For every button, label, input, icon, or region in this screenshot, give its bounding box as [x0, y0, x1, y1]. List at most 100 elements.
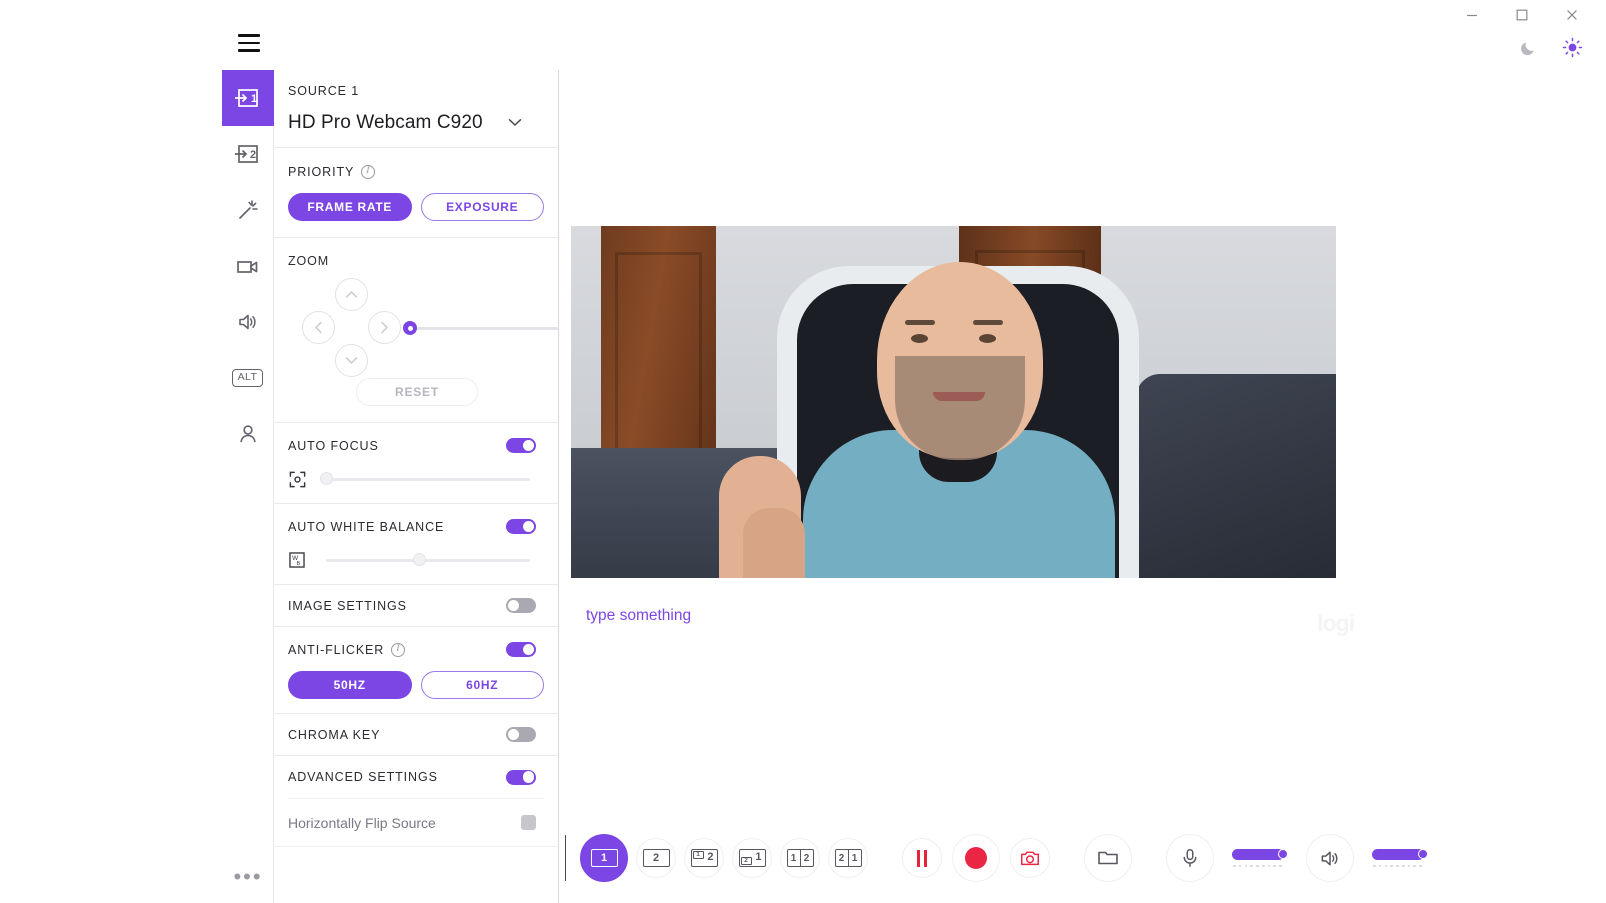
input-2-icon: 2 — [234, 145, 258, 163]
microphone-volume[interactable] — [1232, 848, 1288, 868]
auto-white-balance-slider-track — [326, 559, 530, 562]
snapshot-button[interactable] — [1010, 838, 1050, 878]
pan-right-button[interactable] — [368, 311, 401, 344]
speaker-volume[interactable] — [1372, 848, 1428, 868]
speaker-volume-fill — [1372, 848, 1424, 860]
app-window: 1 2 ALT ••• SOURCE 1 HD Pro Webcam C920 … — [0, 0, 1606, 903]
layout-left-label: 2 — [836, 850, 849, 866]
layout-second-button[interactable]: 2 — [636, 838, 676, 878]
sidebar-item-source-2[interactable]: 2 — [222, 126, 274, 182]
horizontal-flip-checkbox[interactable] — [521, 815, 536, 830]
svg-text:B: B — [296, 561, 300, 567]
auto-white-balance-toggle[interactable] — [506, 519, 536, 534]
anti-flicker-title-text: ANTI-FLICKER — [288, 642, 385, 657]
source-select[interactable]: HD Pro Webcam C920 — [288, 112, 544, 134]
layout-pip-2-in-1-icon: 2 1 — [738, 849, 766, 867]
pan-left-button[interactable] — [302, 311, 335, 344]
advanced-settings-toggle[interactable] — [506, 769, 536, 785]
layout-split-1-2-button[interactable]: 1 2 — [780, 838, 820, 878]
auto-white-balance-title: AUTO WHITE BALANCE — [288, 519, 445, 534]
sun-icon[interactable] — [1560, 35, 1584, 59]
magic-wand-icon — [238, 200, 258, 219]
menu-line — [238, 34, 260, 37]
layout-pip-1-in-2-icon: 1 2 — [690, 849, 718, 867]
sidebar-item-audio[interactable] — [222, 294, 274, 350]
layout-split-2-1-button[interactable]: 2 1 — [828, 838, 868, 878]
zoom-slider[interactable] — [403, 321, 558, 335]
preview-stage: type something logi 1 2 1 2 2 1 1 2 2 1 — [559, 70, 1606, 903]
zoom-reset-button[interactable]: RESET — [356, 378, 478, 406]
microphone-button[interactable] — [1166, 834, 1214, 882]
auto-focus-toggle[interactable] — [506, 438, 536, 453]
zoom-slider-thumb[interactable] — [403, 321, 417, 335]
sidebar-item-source-1[interactable]: 1 — [221, 70, 274, 126]
anti-flicker-options: 50HZ 60HZ — [288, 671, 544, 699]
layout-pip-1-in-2-button[interactable]: 1 2 — [684, 838, 724, 878]
menu-line — [238, 41, 260, 45]
menu-button[interactable] — [236, 31, 262, 55]
auto-white-balance-slider-row: W B — [288, 550, 544, 570]
chroma-key-toggle[interactable] — [506, 727, 536, 742]
layout-primary-label: 1 — [755, 851, 762, 863]
layout-single-icon: 1 — [590, 849, 618, 867]
pan-up-button[interactable] — [335, 278, 368, 311]
microphone-volume-ticks — [1232, 864, 1288, 868]
layout-split-1-2-icon: 1 2 — [786, 849, 814, 867]
menu-line — [238, 49, 260, 52]
layout-left-label: 1 — [788, 850, 801, 866]
maximize-icon[interactable] — [1510, 3, 1534, 27]
image-settings-row: IMAGE SETTINGS — [274, 585, 558, 627]
preview-image — [571, 226, 1336, 578]
minimize-icon[interactable] — [1460, 3, 1484, 27]
sidebar-item-video[interactable] — [222, 238, 274, 294]
priority-exposure-button[interactable]: EXPOSURE — [420, 193, 544, 221]
source-title: SOURCE 1 — [288, 84, 360, 98]
close-icon[interactable] — [1560, 3, 1584, 27]
focus-target-icon — [288, 469, 310, 489]
speaker-volume-bar[interactable] — [1372, 848, 1428, 860]
image-settings-toggle[interactable] — [506, 598, 536, 613]
layout-buttons: 1 2 1 2 2 1 1 2 2 1 — [580, 834, 868, 882]
image-settings-title: IMAGE SETTINGS — [288, 598, 407, 613]
auto-white-balance-slider-thumb[interactable] — [412, 553, 426, 566]
priority-title: PRIORITY i — [288, 165, 544, 179]
folder-button[interactable] — [1084, 834, 1132, 882]
advanced-item-horizontal-flip[interactable]: Horizontally Flip Source — [274, 799, 558, 847]
auto-white-balance-section: AUTO WHITE BALANCE W B — [274, 504, 558, 585]
priority-frame-rate-button[interactable]: FRAME RATE — [288, 193, 412, 221]
auto-focus-slider-thumb[interactable] — [320, 472, 333, 485]
anti-flicker-toggle[interactable] — [506, 642, 536, 657]
webcam-preview[interactable] — [571, 226, 1336, 578]
info-icon[interactable]: i — [391, 642, 406, 657]
speaker-icon — [238, 314, 256, 330]
caption-input[interactable]: type something — [586, 607, 691, 625]
auto-focus-section: AUTO FOCUS — [274, 423, 558, 504]
chroma-key-row: CHROMA KEY — [274, 714, 558, 756]
sidebar-item-effects[interactable] — [222, 182, 274, 238]
pause-button[interactable] — [902, 838, 942, 878]
sidebar-item-alt[interactable]: ALT — [222, 350, 274, 406]
layout-single-button[interactable]: 1 — [580, 834, 628, 882]
video-camera-icon — [237, 260, 258, 273]
layout-pip-2-in-1-button[interactable]: 2 1 — [732, 838, 772, 878]
microphone-volume-knob[interactable] — [1278, 849, 1288, 860]
auto-white-balance-slider[interactable] — [320, 553, 536, 567]
record-button[interactable] — [952, 834, 1000, 882]
moon-icon[interactable] — [1516, 35, 1540, 59]
layout-inset-label: 1 — [692, 851, 704, 859]
speaker-button[interactable] — [1306, 834, 1354, 882]
auto-focus-slider[interactable] — [320, 472, 536, 486]
pan-down-button[interactable] — [335, 344, 368, 377]
record-icon — [965, 847, 987, 869]
sidebar-item-account[interactable] — [222, 406, 274, 462]
rail-more-button[interactable]: ••• — [222, 866, 274, 888]
anti-flicker-60hz-button[interactable]: 60HZ — [420, 671, 544, 699]
microphone-volume-bar[interactable] — [1232, 848, 1288, 860]
anti-flicker-50hz-button[interactable]: 50HZ — [288, 671, 412, 699]
layout-label: 1 — [600, 852, 608, 864]
speaker-volume-knob[interactable] — [1418, 849, 1428, 860]
info-icon[interactable]: i — [361, 165, 376, 179]
speaker-volume-ticks — [1372, 864, 1428, 868]
window-controls — [1460, 0, 1584, 30]
priority-options: FRAME RATE EXPOSURE — [288, 193, 544, 221]
